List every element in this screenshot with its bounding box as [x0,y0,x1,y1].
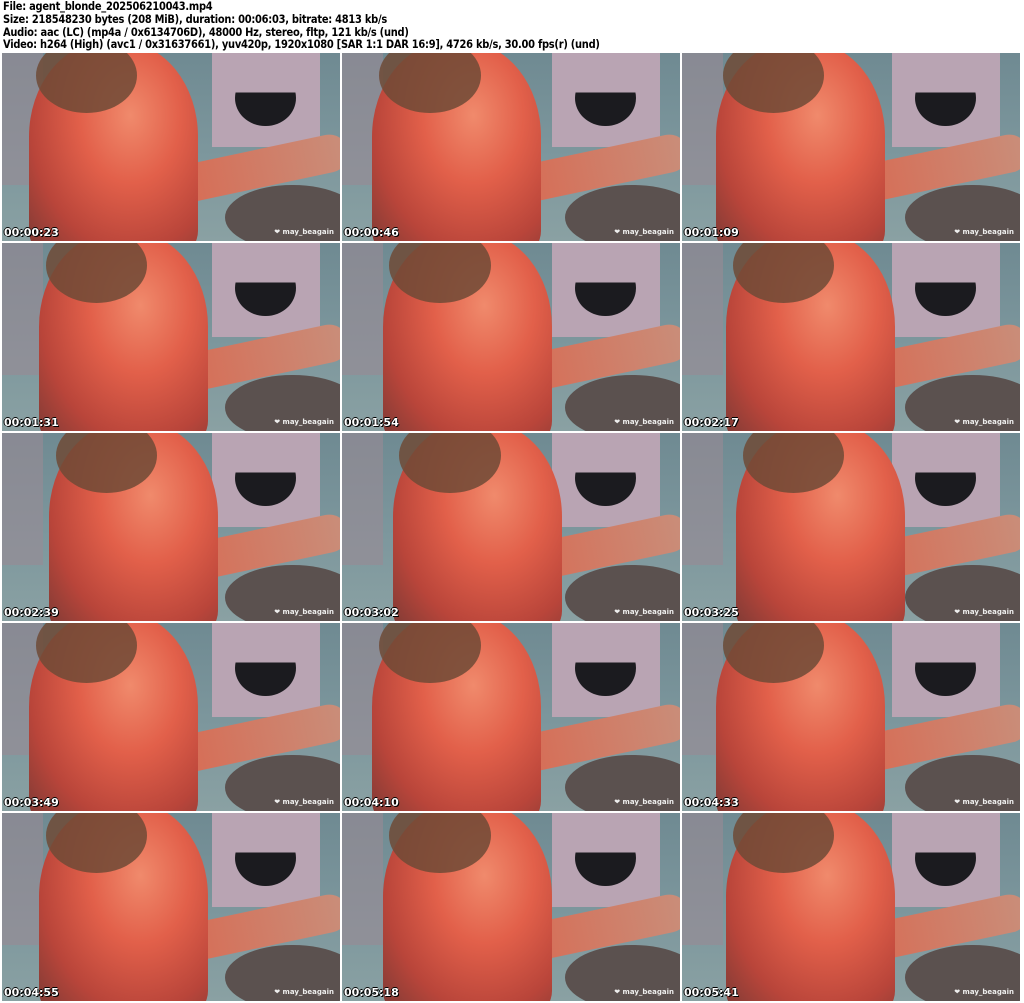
timestamp: 00:04:55 [4,986,59,999]
watermark: ❤ may_beagain [954,798,1014,806]
video-thumbnail: ❤ may_beagain 00:03:02 [342,433,680,621]
video-thumbnail: ❤ may_beagain 00:01:31 [2,243,340,431]
poster-image [891,243,1000,337]
poster-disc [575,259,636,317]
timestamp: 00:00:23 [4,226,59,239]
watermark: ❤ may_beagain [954,608,1014,616]
video-thumbnail: ❤ may_beagain 00:04:55 [2,813,340,1001]
wall-decoration [682,243,723,375]
poster-disc [235,449,296,507]
poster-image [551,623,660,717]
timestamp: 00:03:25 [684,606,739,619]
wall-decoration [2,243,43,375]
file-info-header: File: agent_blonde_202506210043.mp4 Size… [3,0,600,51]
video-thumbnail: ❤ may_beagain 00:05:41 [682,813,1020,1001]
poster-image [551,433,660,527]
watermark: ❤ may_beagain [614,228,674,236]
watermark: ❤ may_beagain [274,418,334,426]
poster-disc [915,69,976,127]
poster-disc [235,829,296,887]
poster-image [211,623,320,717]
poster-disc [575,829,636,887]
video-thumbnail: ❤ may_beagain 00:05:18 [342,813,680,1001]
watermark: ❤ may_beagain [954,228,1014,236]
timestamp: 00:03:49 [4,796,59,809]
wall-decoration [342,433,383,565]
wall-decoration [682,433,723,565]
video-thumbnail: ❤ may_beagain 00:04:33 [682,623,1020,811]
poster-image [211,813,320,907]
timestamp: 00:05:41 [684,986,739,999]
poster-disc [915,639,976,697]
poster-image [211,53,320,147]
timestamp: 00:04:10 [344,796,399,809]
poster-image [891,433,1000,527]
watermark: ❤ may_beagain [614,418,674,426]
watermark: ❤ may_beagain [954,988,1014,996]
video-thumbnail: ❤ may_beagain 00:03:25 [682,433,1020,621]
timestamp: 00:03:02 [344,606,399,619]
watermark: ❤ may_beagain [274,608,334,616]
wall-decoration [342,813,383,945]
timestamp: 00:01:54 [344,416,399,429]
poster-disc [575,69,636,127]
timestamp: 00:02:39 [4,606,59,619]
watermark: ❤ may_beagain [274,228,334,236]
wall-decoration [2,813,43,945]
watermark: ❤ may_beagain [954,418,1014,426]
file-size: Size: 218548230 bytes (208 MiB), duratio… [3,11,387,26]
wall-decoration [2,433,43,565]
poster-image [891,813,1000,907]
wall-decoration [342,243,383,375]
video-thumbnail: ❤ may_beagain 00:03:49 [2,623,340,811]
watermark: ❤ may_beagain [614,608,674,616]
poster-image [891,53,1000,147]
wall-decoration [682,813,723,945]
watermark: ❤ may_beagain [274,988,334,996]
poster-image [551,243,660,337]
timestamp: 00:04:33 [684,796,739,809]
poster-disc [915,259,976,317]
poster-image [891,623,1000,717]
video-thumbnail: ❤ may_beagain 00:01:09 [682,53,1020,241]
poster-image [211,433,320,527]
video-thumbnail: ❤ may_beagain 00:02:17 [682,243,1020,431]
video-thumbnail: ❤ may_beagain 00:00:23 [2,53,340,241]
thumbnail-grid: ❤ may_beagain 00:00:23 ❤ may_beagain 00:00:… [2,53,1022,1001]
poster-disc [915,829,976,887]
file-name: File: agent_blonde_202506210043.mp4 [3,0,213,13]
poster-disc [235,639,296,697]
poster-disc [575,449,636,507]
timestamp: 00:01:31 [4,416,59,429]
poster-disc [235,259,296,317]
video-thumbnail: ❤ may_beagain 00:00:46 [342,53,680,241]
poster-disc [235,69,296,127]
poster-disc [915,449,976,507]
timestamp: 00:05:18 [344,986,399,999]
video-thumbnail: ❤ may_beagain 00:04:10 [342,623,680,811]
poster-image [551,53,660,147]
watermark: ❤ may_beagain [274,798,334,806]
watermark: ❤ may_beagain [614,798,674,806]
poster-image [551,813,660,907]
video-thumbnail: ❤ may_beagain 00:02:39 [2,433,340,621]
timestamp: 00:00:46 [344,226,399,239]
video-thumbnail: ❤ may_beagain 00:01:54 [342,243,680,431]
video-info: Video: h264 (High) (avc1 / 0x31637661), … [3,37,600,52]
poster-image [211,243,320,337]
poster-disc [575,639,636,697]
watermark: ❤ may_beagain [614,988,674,996]
timestamp: 00:02:17 [684,416,739,429]
timestamp: 00:01:09 [684,226,739,239]
